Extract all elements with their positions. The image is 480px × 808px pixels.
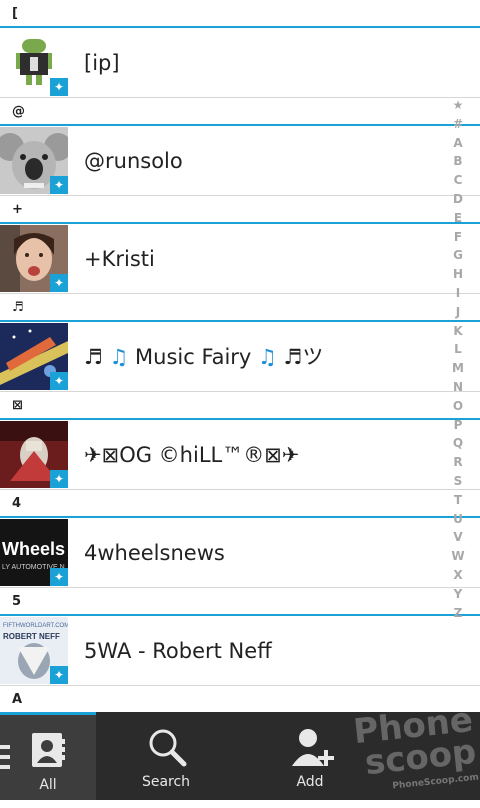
index-letter[interactable]: J (450, 303, 466, 322)
index-letter[interactable]: G (450, 246, 466, 265)
avatar: ✦ (0, 29, 68, 96)
tab-label: All (39, 777, 57, 793)
avatar: ✦ (0, 421, 68, 488)
twitter-bird-icon: ✦ (50, 666, 68, 684)
name-part: ✈⊠OG ©hiLL™®⊠✈ (84, 443, 300, 467)
index-letter[interactable]: W (450, 547, 466, 566)
section-header: @ (0, 98, 480, 126)
index-letter[interactable]: I (450, 284, 466, 303)
index-letter[interactable]: Y (450, 585, 466, 604)
name-part: [ip] (84, 51, 120, 75)
index-letter[interactable]: S (450, 472, 466, 491)
twitter-bird-icon: ✦ (50, 568, 68, 586)
index-letter[interactable]: N (450, 378, 466, 397)
tab-search[interactable]: Search (96, 712, 236, 800)
avatar: ✦ (0, 225, 68, 292)
index-letter[interactable]: T (450, 491, 466, 510)
twitter-bird-icon: ✦ (50, 470, 68, 488)
index-letter[interactable]: L (450, 340, 466, 359)
avatar: FIFTHWORLDART.COM ROBERT NEFF ✦ (0, 617, 68, 684)
contact-row[interactable]: ✦ ♬ ♫ Music Fairy ♫ ♬ツ (0, 322, 480, 392)
svg-text:ROBERT NEFF: ROBERT NEFF (3, 632, 60, 641)
avatar: ✦ (0, 127, 68, 194)
name-part: 4wheelsnews (84, 541, 225, 565)
index-letter[interactable]: M (450, 359, 466, 378)
tab-label: Search (141, 774, 191, 790)
index-letter[interactable]: H (450, 265, 466, 284)
index-letter[interactable]: K (450, 322, 466, 341)
name-part: ♫ (258, 345, 277, 369)
index-letter[interactable]: A (450, 134, 466, 153)
menu-icon[interactable] (0, 745, 10, 775)
index-letter[interactable]: R (450, 453, 466, 472)
contact-name: [ip] (84, 28, 120, 98)
contact-row[interactable]: Wheels LY AUTOMOTIVE N ✦ 4wheelsnews (0, 518, 480, 588)
index-letter[interactable]: B (450, 152, 466, 171)
name-part: +Kristi (84, 247, 155, 271)
section-header: [ (0, 0, 480, 28)
name-part: @runsolo (84, 149, 183, 173)
twitter-bird-icon: ✦ (50, 176, 68, 194)
index-letter[interactable]: U (450, 510, 466, 529)
contact-row[interactable]: FIFTHWORLDART.COM ROBERT NEFF ✦ 5WA - Ro… (0, 616, 480, 686)
contact-row[interactable]: ✦ ✈⊠OG ©hiLL™®⊠✈ (0, 420, 480, 490)
index-letter[interactable]: C (450, 171, 466, 190)
section-header: 4 (0, 490, 480, 518)
contact-name: ✈⊠OG ©hiLL™®⊠✈ (84, 420, 299, 490)
avatar: ✦ (0, 323, 68, 390)
index-letter[interactable]: O (450, 397, 466, 416)
section-header: + (0, 196, 480, 224)
index-letter[interactable]: P (450, 416, 466, 435)
index-letter[interactable]: Z (450, 604, 466, 623)
twitter-bird-icon: ✦ (50, 274, 68, 292)
contact-row[interactable]: ✦ @runsolo (0, 126, 480, 196)
name-part: 5WA - Robert Neff (84, 639, 272, 663)
contact-name: +Kristi (84, 224, 155, 294)
twitter-bird-icon: ✦ (50, 372, 68, 390)
avatar: Wheels LY AUTOMOTIVE N ✦ (0, 519, 68, 586)
watermark-logo: Phone scoop PhoneScoop.com (312, 700, 480, 808)
index-letter[interactable]: F (450, 228, 466, 247)
section-header: 5 (0, 588, 480, 616)
contact-name: 4wheelsnews (84, 518, 225, 588)
index-letter[interactable]: E (450, 209, 466, 228)
contact-name: @runsolo (84, 126, 183, 196)
name-part: Music Fairy (128, 345, 259, 369)
index-letter[interactable]: V (450, 528, 466, 547)
index-letter[interactable]: Q (450, 434, 466, 453)
section-header: ⊠ (0, 392, 480, 420)
svg-text:Wheels: Wheels (2, 539, 65, 559)
contact-row[interactable]: ✦ +Kristi (0, 224, 480, 294)
contact-list[interactable]: [ ✦ [ip] @ ✦ @runsolo + ✦ +Kristi ♬ ✦ ♬ … (0, 0, 480, 712)
contact-row[interactable]: ✦ [ip] (0, 28, 480, 98)
tab-all[interactable]: All (0, 712, 96, 800)
index-letter[interactable]: X (450, 566, 466, 585)
name-part: ♬ (84, 345, 110, 369)
contacts-book-icon (32, 733, 65, 767)
section-header: ♬ (0, 294, 480, 322)
contact-name: ♬ ♫ Music Fairy ♫ ♬ツ (84, 322, 323, 392)
contact-name: 5WA - Robert Neff (84, 616, 272, 686)
svg-text:FIFTHWORLDART.COM: FIFTHWORLDART.COM (3, 623, 68, 629)
name-part: ♬ツ (276, 345, 324, 369)
magnifier-icon (149, 729, 187, 767)
index-letter[interactable]: D (450, 190, 466, 209)
twitter-bird-icon: ✦ (50, 78, 68, 96)
name-part: ♫ (109, 345, 129, 369)
index-letter[interactable]: # (450, 115, 466, 134)
index-letter[interactable]: ★ (450, 96, 466, 115)
alphabet-index[interactable]: ★ # A B C D E F G H I J K L M N O P Q R S T U V W X Y Z (450, 96, 466, 622)
